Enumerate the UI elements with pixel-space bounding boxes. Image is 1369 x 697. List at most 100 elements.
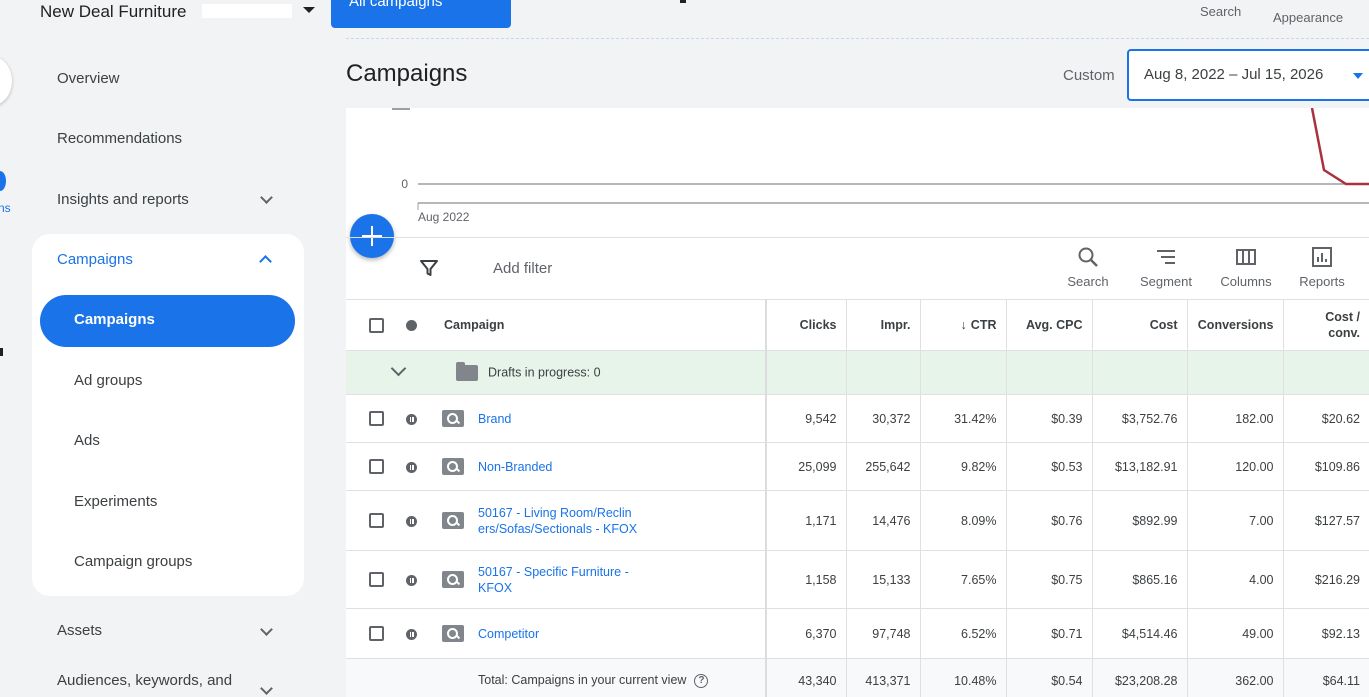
sidebar-subitem-experiments[interactable]: Experiments — [74, 493, 157, 510]
chevron-down-icon[interactable] — [260, 623, 273, 636]
chevron-down-icon[interactable] — [390, 360, 407, 376]
row-checkbox[interactable] — [368, 459, 384, 475]
total-ctr: 10.48% — [919, 658, 1006, 697]
paused-status-icon[interactable] — [406, 574, 417, 586]
rail-create-button[interactable] — [0, 56, 12, 106]
search-campaign-icon — [442, 512, 464, 529]
campaign-name-link[interactable]: Non-Branded — [478, 459, 552, 475]
status-header-icon[interactable] — [406, 320, 417, 332]
chart-divider — [346, 237, 1369, 238]
filter-icon[interactable] — [419, 258, 439, 278]
avg-cpc-cell: $0.76 — [1005, 490, 1092, 551]
sidebar-item-audiences[interactable]: Audiences, keywords, and — [57, 672, 232, 689]
sidebar-subitem-ads[interactable]: Ads — [74, 432, 100, 449]
new-campaign-button[interactable] — [350, 214, 394, 258]
sidebar-item-insights[interactable]: Insights and reports — [57, 191, 189, 208]
campaign-name-link[interactable]: 50167 - Living Room/Recliners/Sofas/Sect… — [478, 505, 638, 537]
sidebar-subitem-campaigns[interactable]: Campaigns — [74, 311, 155, 328]
segment-icon — [1157, 250, 1175, 264]
total-label: Total: Campaigns in your current view — [478, 673, 687, 688]
row-checkbox[interactable] — [368, 411, 384, 427]
sidebar-subitem-ad-groups[interactable]: Ad groups — [74, 372, 142, 389]
impr-cell: 97,748 — [845, 608, 920, 659]
chart-x-tick-label: Aug 2022 — [418, 210, 470, 224]
select-all-checkbox[interactable] — [368, 317, 384, 333]
clicks-cell: 1,171 — [765, 490, 846, 551]
sidebar-item-overview[interactable]: Overview — [57, 70, 120, 87]
date-range-value: Aug 8, 2022 – Jul 15, 2026 — [1144, 66, 1324, 83]
date-mode-label: Custom — [1063, 67, 1115, 84]
total-cost-per-conv: $64.11 — [1282, 658, 1369, 697]
sidebar-item-assets[interactable]: Assets — [57, 622, 102, 639]
table-row[interactable]: Brand 9,542 30,372 31.42% $0.39 $3,752.7… — [346, 394, 1369, 443]
table-row[interactable]: Competitor 6,370 97,748 6.52% $0.71 $4,5… — [346, 608, 1369, 659]
folder-icon — [456, 361, 478, 381]
cost-cell: $4,514.46 — [1091, 608, 1187, 659]
appearance-button[interactable]: Appearance — [1273, 10, 1343, 25]
campaign-name-link[interactable]: 50167 - Specific Furniture - KFOX — [478, 564, 638, 596]
row-checkbox[interactable] — [368, 513, 384, 529]
paused-status-icon[interactable] — [406, 413, 417, 425]
ctr-cell: 7.65% — [919, 550, 1006, 609]
row-checkbox[interactable] — [368, 626, 384, 642]
total-avg-cpc: $0.54 — [1005, 658, 1092, 697]
campaign-name-link[interactable]: Brand — [478, 411, 511, 427]
paused-status-icon[interactable] — [406, 628, 417, 640]
ctr-cell: 9.82% — [919, 442, 1006, 491]
top-search-button[interactable]: Search — [1200, 4, 1241, 19]
cost-per-conv-cell: $109.86 — [1282, 442, 1369, 491]
segment-label: Segment — [1139, 274, 1193, 289]
drafts-row[interactable]: Drafts in progress: 0 — [346, 350, 1369, 395]
columns-button[interactable]: Columns — [1216, 246, 1276, 289]
avg-cpc-header[interactable]: Avg. CPC — [1005, 299, 1092, 351]
account-id-redaction — [202, 4, 292, 18]
campaign-name-link[interactable]: Competitor — [478, 626, 539, 642]
account-dropdown-icon[interactable] — [303, 7, 315, 13]
search-campaign-icon — [442, 571, 464, 588]
reports-icon — [1312, 247, 1332, 267]
chevron-down-icon[interactable] — [260, 682, 273, 695]
table-row[interactable]: 50167 - Living Room/Recliners/Sofas/Sect… — [346, 490, 1369, 551]
clicks-cell: 1,158 — [765, 550, 846, 609]
cost-per-conv-header[interactable]: Cost / conv. — [1282, 299, 1369, 351]
sidebar-item-recommendations[interactable]: Recommendations — [57, 130, 182, 147]
cost-header[interactable]: Cost — [1091, 299, 1187, 351]
row-checkbox[interactable] — [368, 572, 384, 588]
cost-per-conv-cell: $216.29 — [1282, 550, 1369, 609]
sidebar-item-campaigns-group[interactable]: Campaigns — [57, 251, 133, 268]
sidebar-subitem-campaign-groups[interactable]: Campaign groups — [74, 553, 192, 570]
all-campaigns-button[interactable]: All campaigns — [331, 0, 511, 28]
campaign-header[interactable]: Campaign — [442, 299, 766, 351]
avg-cpc-cell: $0.71 — [1005, 608, 1092, 659]
ctr-cell: 31.42% — [919, 394, 1006, 443]
drafts-label: Drafts in progress: 0 — [488, 364, 601, 379]
campaigns-rail-icon[interactable] — [0, 171, 6, 191]
help-icon[interactable]: ? — [694, 673, 709, 688]
clicks-header[interactable]: Clicks — [765, 299, 846, 351]
impr-cell: 15,133 — [845, 550, 920, 609]
columns-label: Columns — [1220, 274, 1272, 289]
cost-cell: $865.16 — [1091, 550, 1187, 609]
chevron-down-icon[interactable] — [260, 191, 273, 204]
reports-button[interactable]: Reports — [1294, 246, 1350, 289]
table-row[interactable]: Non-Branded 25,099 255,642 9.82% $0.53 $… — [346, 442, 1369, 491]
paused-status-icon[interactable] — [406, 515, 417, 527]
clicks-cell: 6,370 — [765, 608, 846, 659]
total-row: Total: Campaigns in your current view? 4… — [346, 658, 1369, 697]
table-row[interactable]: 50167 - Specific Furniture - KFOX 1,158 … — [346, 550, 1369, 609]
cost-cell: $3,752.76 — [1091, 394, 1187, 443]
segment-button[interactable]: Segment — [1136, 246, 1196, 289]
account-name[interactable]: New Deal Furniture — [40, 2, 186, 22]
ctr-header[interactable]: ↓ CTR — [919, 299, 1006, 351]
paused-status-icon[interactable] — [406, 461, 417, 473]
chart-y-tick-label: 0 — [401, 177, 408, 191]
total-conversions: 362.00 — [1186, 658, 1283, 697]
sort-arrow-icon: ↓ — [960, 318, 967, 332]
impr-header[interactable]: Impr. — [845, 299, 920, 351]
table-search-button[interactable]: Search — [1062, 246, 1114, 289]
chart-tick-stub — [392, 108, 410, 110]
add-filter-button[interactable]: Add filter — [493, 260, 552, 277]
conversions-header[interactable]: Conversions — [1186, 299, 1283, 351]
conversions-cell: 49.00 — [1186, 608, 1283, 659]
page-title: Campaigns — [346, 60, 468, 87]
